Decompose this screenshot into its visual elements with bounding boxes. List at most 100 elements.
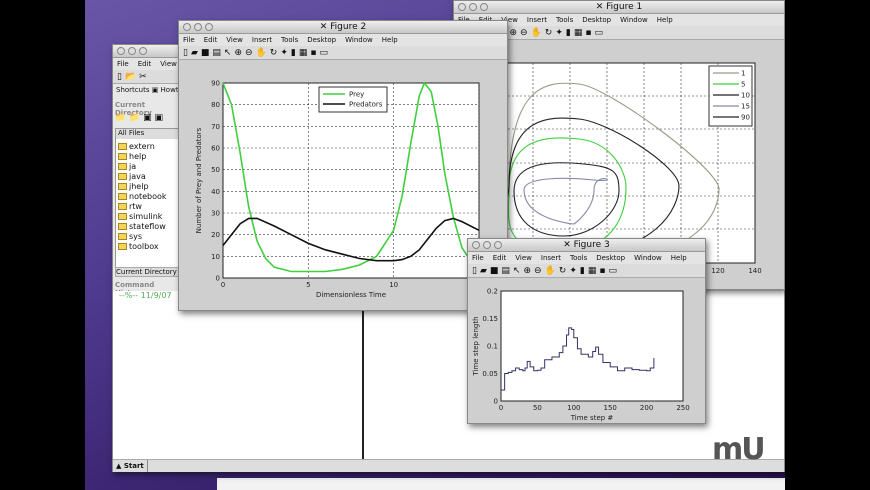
menu-view[interactable]: View	[515, 254, 532, 262]
macupdate-logo: mU	[712, 432, 766, 467]
data-cursor-icon[interactable]: ✦	[280, 48, 291, 58]
colorbar-icon[interactable]: ▮	[580, 266, 588, 276]
zoom-button[interactable]	[494, 241, 502, 249]
folder-item[interactable]: extern	[118, 142, 178, 152]
y-tick-label: 0	[494, 398, 498, 406]
legend-icon[interactable]: ▦	[588, 266, 600, 276]
show-tools-icon[interactable]: ▭	[608, 266, 620, 276]
menu-file[interactable]: File	[183, 36, 195, 44]
menu-help[interactable]: Help	[657, 16, 673, 24]
menu-edit[interactable]: Edit	[493, 254, 507, 262]
data-cursor-icon[interactable]: ✦	[555, 28, 566, 38]
legend-label: Predators	[349, 101, 383, 109]
menu-desktop[interactable]: Desktop	[582, 16, 611, 24]
new-file-icon[interactable]: ▯	[117, 72, 125, 82]
minimize-button[interactable]	[194, 23, 202, 31]
y-tick-label: 90	[211, 80, 220, 88]
rotate-icon[interactable]: ↻	[559, 266, 570, 276]
folder-item[interactable]: ja	[118, 162, 178, 172]
close-button[interactable]	[117, 47, 125, 55]
zoom-in-icon[interactable]: ⊕	[523, 266, 534, 276]
folder-item[interactable]: jhelp	[118, 182, 178, 192]
open-icon[interactable]: ▰	[191, 48, 201, 58]
pan-icon[interactable]: ✋	[531, 28, 545, 38]
menu-window[interactable]: Window	[345, 36, 373, 44]
zoom-out-icon[interactable]: ⊖	[245, 48, 256, 58]
menu-edit[interactable]: Edit	[138, 60, 152, 68]
zoom-button[interactable]	[205, 23, 213, 31]
menu-edit[interactable]: Edit	[204, 36, 218, 44]
minimize-button[interactable]	[128, 47, 136, 55]
minimize-button[interactable]	[483, 241, 491, 249]
show-tools-icon[interactable]: ▭	[594, 28, 606, 38]
legend-label: 5	[741, 81, 745, 89]
close-button[interactable]	[458, 3, 466, 11]
folder-item[interactable]: simulink	[118, 212, 178, 222]
zoom-in-icon[interactable]: ⊕	[509, 28, 520, 38]
print-icon[interactable]: ▤	[212, 48, 224, 58]
menu-desktop[interactable]: Desktop	[307, 36, 336, 44]
open-icon[interactable]: 📂	[125, 72, 139, 82]
open-icon[interactable]: ▰	[480, 266, 490, 276]
save-icon[interactable]: ■	[201, 48, 213, 58]
zoom-out-icon[interactable]: ⊖	[520, 28, 531, 38]
menu-window[interactable]: Window	[634, 254, 662, 262]
colorbar-icon[interactable]: ▮	[566, 28, 574, 38]
rotate-icon[interactable]: ↻	[270, 48, 281, 58]
rotate-icon[interactable]: ↻	[545, 28, 556, 38]
close-button[interactable]	[183, 23, 191, 31]
cut-icon[interactable]: ✂	[139, 72, 150, 82]
menu-insert[interactable]: Insert	[541, 254, 561, 262]
menu-help[interactable]: Help	[671, 254, 687, 262]
menu-tools[interactable]: Tools	[570, 254, 587, 262]
menu-view[interactable]: View	[160, 60, 177, 68]
x-tick-label: 250	[676, 404, 689, 412]
current-directory-title: Current Directory	[115, 101, 152, 117]
new-file-icon[interactable]: ▯	[472, 266, 480, 276]
menu-insert[interactable]: Insert	[252, 36, 272, 44]
menu-file[interactable]: File	[472, 254, 484, 262]
print-icon[interactable]: ▤	[501, 266, 513, 276]
folder-item[interactable]: java	[118, 172, 178, 182]
folder-item[interactable]: stateflow	[118, 222, 178, 232]
menu-help[interactable]: Help	[382, 36, 398, 44]
minimize-button[interactable]	[469, 3, 477, 11]
folder-icon	[118, 203, 127, 210]
colorbar-icon[interactable]: ▮	[291, 48, 299, 58]
folder-item[interactable]: help	[118, 152, 178, 162]
menu-view[interactable]: View	[226, 36, 243, 44]
x-tick-label: 200	[640, 404, 653, 412]
zoom-in-icon[interactable]: ⊕	[234, 48, 245, 58]
folder-name: help	[129, 152, 147, 161]
folder-item[interactable]: notebook	[118, 192, 178, 202]
show-tools-icon[interactable]: ▭	[319, 48, 331, 58]
pointer-icon[interactable]: ↖	[224, 48, 235, 58]
zoom-out-icon[interactable]: ⊖	[534, 266, 545, 276]
folder-item[interactable]: toolbox	[118, 242, 178, 252]
pointer-icon[interactable]: ↖	[513, 266, 524, 276]
save-icon[interactable]: ■	[490, 266, 502, 276]
pan-icon[interactable]: ✋	[545, 266, 559, 276]
pan-icon[interactable]: ✋	[256, 48, 270, 58]
zoom-button[interactable]	[480, 3, 488, 11]
folder-item[interactable]: sys	[118, 232, 178, 242]
x-tick-label: 100	[567, 404, 580, 412]
menu-window[interactable]: Window	[620, 16, 648, 24]
all-files-header[interactable]: All Files	[116, 129, 178, 139]
new-file-icon[interactable]: ▯	[183, 48, 191, 58]
folder-icon	[118, 143, 127, 150]
legend-icon[interactable]: ▦	[574, 28, 586, 38]
menu-tools[interactable]: Tools	[556, 16, 573, 24]
data-cursor-icon[interactable]: ✦	[569, 266, 580, 276]
menu-insert[interactable]: Insert	[527, 16, 547, 24]
current-directory-tab[interactable]: Current Directory	[115, 267, 179, 277]
folder-item[interactable]: rtw	[118, 202, 178, 212]
menu-file[interactable]: File	[117, 60, 129, 68]
legend-icon[interactable]: ▦	[299, 48, 311, 58]
menu-desktop[interactable]: Desktop	[596, 254, 625, 262]
menu-tools[interactable]: Tools	[281, 36, 298, 44]
toolbar: ▯▰■▤↖⊕⊖✋↻✦▮▦▪▭	[179, 46, 507, 60]
zoom-button[interactable]	[139, 47, 147, 55]
close-button[interactable]	[472, 241, 480, 249]
start-button[interactable]: ▲ Start	[113, 460, 148, 472]
